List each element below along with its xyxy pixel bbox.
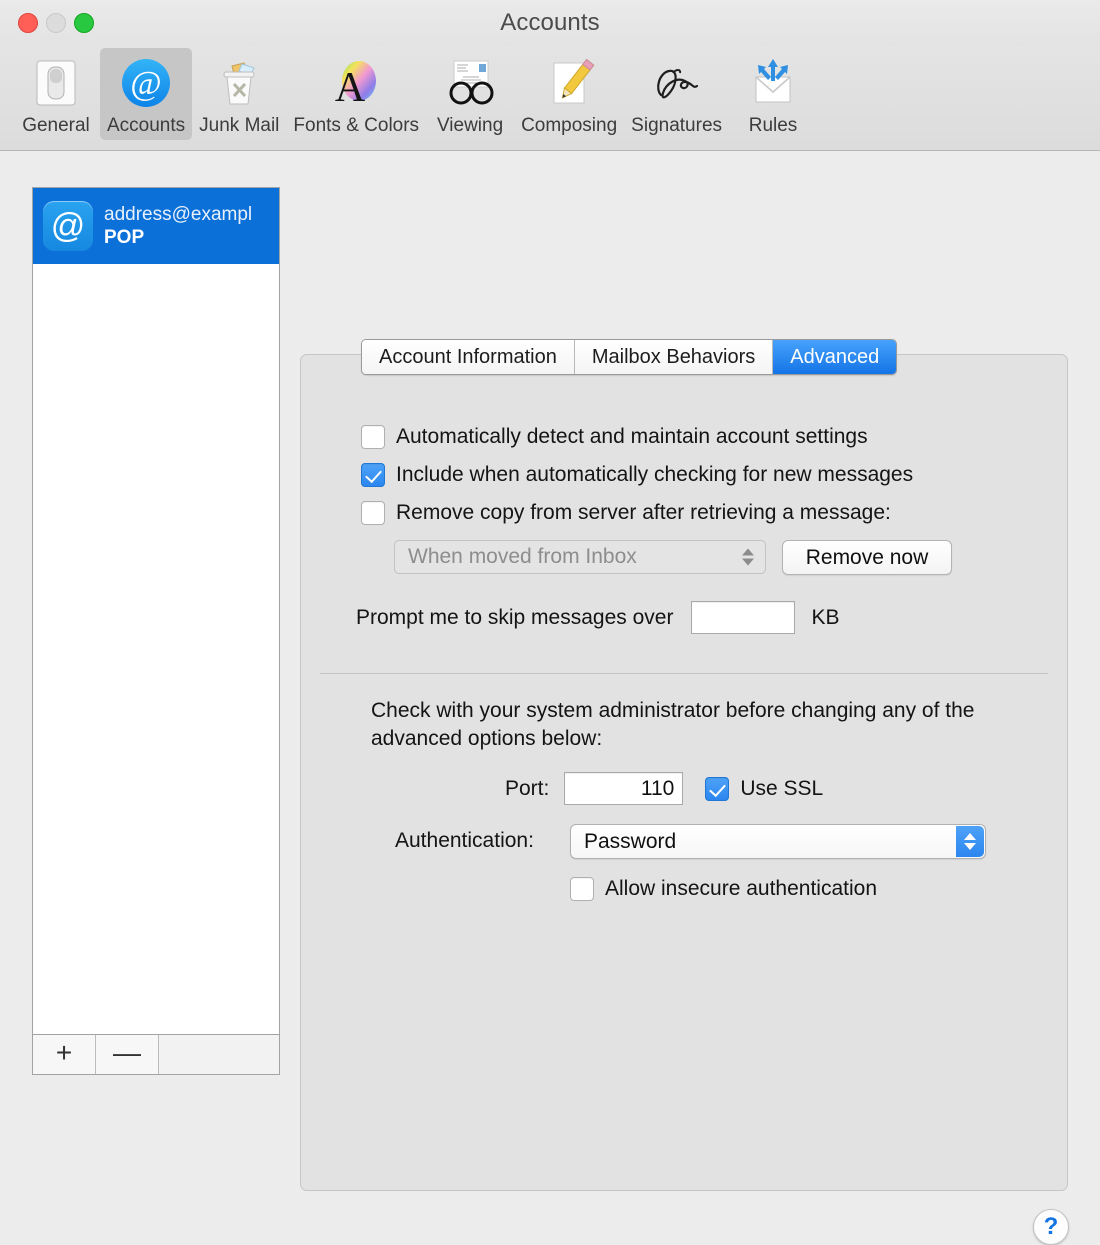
include-auto-check-row[interactable]: Include when automatically checking for … bbox=[361, 463, 913, 487]
toolbar-item-label: Fonts & Colors bbox=[293, 115, 419, 137]
remove-copy-timing-value: When moved from Inbox bbox=[408, 545, 637, 569]
toolbar-item-junk-mail[interactable]: Junk Mail bbox=[192, 48, 286, 140]
minus-icon: — bbox=[113, 1039, 141, 1067]
chevron-updown-icon bbox=[956, 826, 984, 857]
plus-icon: + bbox=[56, 1039, 72, 1067]
authentication-row: Authentication: bbox=[395, 829, 534, 853]
admin-note-text: Check with your system administrator bef… bbox=[371, 697, 991, 753]
switch-icon bbox=[24, 52, 88, 114]
account-email: address@exampl bbox=[104, 203, 252, 226]
toolbar-item-general[interactable]: General bbox=[12, 48, 100, 140]
allow-insecure-row[interactable]: Allow insecure authentication bbox=[570, 877, 877, 901]
remove-copy-row[interactable]: Remove copy from server after retrieving… bbox=[361, 501, 891, 525]
accounts-list-footer: + — bbox=[32, 1035, 280, 1075]
font-color-icon: A bbox=[324, 52, 388, 114]
preferences-window: Accounts General bbox=[0, 0, 1100, 1132]
allow-insecure-label: Allow insecure authentication bbox=[605, 877, 877, 901]
toolbar-item-fonts-colors[interactable]: A Fonts & Colors bbox=[286, 48, 426, 140]
toolbar-item-composing[interactable]: Composing bbox=[514, 48, 624, 140]
glasses-icon bbox=[438, 52, 502, 114]
use-ssl-label: Use SSL bbox=[740, 777, 823, 801]
port-row: Port: 110 Use SSL bbox=[505, 772, 823, 805]
toolbar-item-label: Signatures bbox=[631, 115, 722, 137]
allow-insecure-checkbox[interactable] bbox=[570, 877, 594, 901]
account-labels: address@exampl POP bbox=[104, 203, 252, 249]
authentication-label: Authentication: bbox=[395, 829, 534, 853]
skip-messages-row: Prompt me to skip messages over KB bbox=[356, 601, 839, 634]
help-button[interactable]: ? bbox=[1033, 1209, 1069, 1245]
trash-can-icon bbox=[207, 52, 271, 114]
add-account-button[interactable]: + bbox=[33, 1035, 96, 1074]
envelope-arrows-icon bbox=[741, 52, 805, 114]
include-auto-check-label: Include when automatically checking for … bbox=[396, 463, 913, 487]
svg-text:A: A bbox=[335, 65, 366, 111]
include-auto-check-checkbox[interactable] bbox=[361, 463, 385, 487]
remove-now-button[interactable]: Remove now bbox=[782, 540, 952, 575]
toolbar-item-viewing[interactable]: Viewing bbox=[426, 48, 514, 140]
remove-copy-timing-popup[interactable]: When moved from Inbox bbox=[394, 540, 766, 574]
skip-messages-input[interactable] bbox=[691, 601, 795, 634]
toolbar-item-label: General bbox=[22, 115, 90, 137]
remove-copy-label: Remove copy from server after retrieving… bbox=[396, 501, 891, 525]
port-label: Port: bbox=[505, 777, 549, 801]
at-sign-icon: @ bbox=[114, 52, 178, 114]
remove-account-button[interactable]: — bbox=[96, 1035, 159, 1074]
skip-messages-unit: KB bbox=[811, 606, 839, 630]
authentication-value: Password bbox=[584, 830, 676, 854]
signature-icon bbox=[645, 52, 709, 114]
svg-text:@: @ bbox=[130, 65, 161, 102]
toolbar-item-label: Composing bbox=[521, 115, 617, 137]
port-input[interactable]: 110 bbox=[564, 772, 683, 805]
toolbar-item-label: Junk Mail bbox=[199, 115, 279, 137]
account-type: POP bbox=[104, 226, 252, 249]
use-ssl-checkbox[interactable] bbox=[705, 777, 729, 801]
toolbar-item-accounts[interactable]: @ Accounts bbox=[100, 48, 192, 140]
account-list-item[interactable]: @ address@exampl POP bbox=[33, 188, 279, 264]
auto-detect-settings-row[interactable]: Automatically detect and maintain accoun… bbox=[361, 425, 868, 449]
auto-detect-settings-checkbox[interactable] bbox=[361, 425, 385, 449]
section-divider bbox=[320, 673, 1048, 674]
remove-copy-checkbox[interactable] bbox=[361, 501, 385, 525]
toolbar-item-label: Viewing bbox=[437, 115, 503, 137]
toolbar-item-label: Rules bbox=[749, 115, 798, 137]
titlebar: Accounts bbox=[0, 0, 1100, 46]
accounts-list[interactable]: @ address@exampl POP bbox=[32, 187, 280, 1035]
tab-mailbox-behaviors[interactable]: Mailbox Behaviors bbox=[575, 340, 773, 374]
tab-bar: Account Information Mailbox Behaviors Ad… bbox=[361, 339, 897, 375]
auto-detect-settings-label: Automatically detect and maintain accoun… bbox=[396, 425, 868, 449]
toolbar-item-signatures[interactable]: Signatures bbox=[624, 48, 729, 140]
preferences-content: @ address@exampl POP + — Account Informa… bbox=[0, 151, 1100, 1132]
footer-spacer bbox=[159, 1035, 279, 1074]
chevron-updown-icon bbox=[742, 549, 754, 566]
toolbar-item-label: Accounts bbox=[107, 115, 185, 137]
skip-messages-label: Prompt me to skip messages over bbox=[356, 606, 673, 630]
tab-account-information[interactable]: Account Information bbox=[362, 340, 575, 374]
authentication-popup[interactable]: Password bbox=[570, 824, 986, 859]
toolbar-item-rules[interactable]: Rules bbox=[729, 48, 817, 140]
tab-advanced[interactable]: Advanced bbox=[773, 340, 896, 374]
at-sign-account-icon: @ bbox=[43, 201, 93, 251]
pencil-paper-icon bbox=[537, 52, 601, 114]
preferences-toolbar: General @ Accounts bbox=[0, 46, 1100, 151]
window-title: Accounts bbox=[0, 9, 1100, 37]
